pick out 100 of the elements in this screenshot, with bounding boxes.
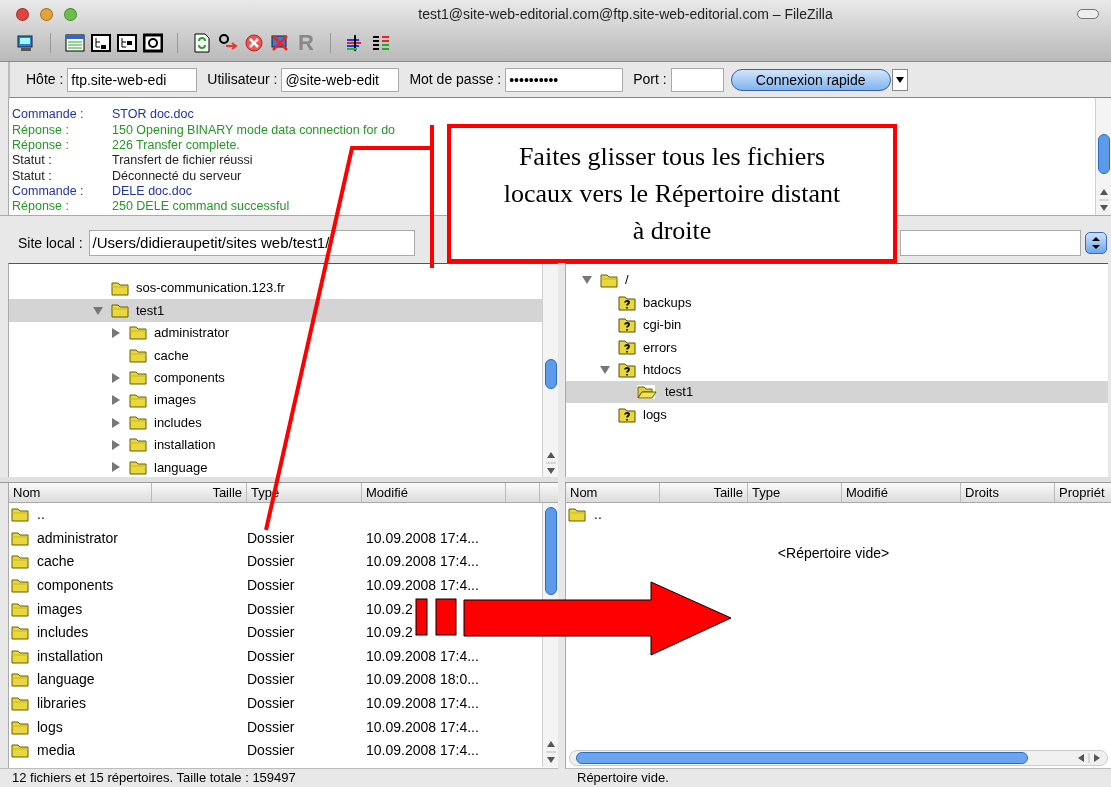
minimize-button[interactable] xyxy=(40,7,53,21)
folder-icon xyxy=(11,743,29,759)
input-field[interactable]: ftp.site-web-edi xyxy=(67,67,198,92)
folder-icon xyxy=(11,672,29,688)
scroll-arrows-icon xyxy=(546,739,556,765)
status-text: 12 fichiers et 15 répertoires. Taille totale : 159497 xyxy=(0,768,558,787)
tree-item[interactable]: language xyxy=(9,456,542,477)
tree-item[interactable]: test1 xyxy=(9,299,542,322)
file-type: Dossier xyxy=(247,623,296,643)
column-header[interactable]: Propriét xyxy=(1055,483,1111,502)
scrollbar-thumb[interactable] xyxy=(576,752,1028,764)
folder-icon xyxy=(11,578,29,594)
file-name[interactable]: logs xyxy=(37,716,63,738)
file-name[interactable]: cache xyxy=(37,551,75,573)
file-name[interactable]: media xyxy=(37,740,76,762)
log-window-icon[interactable] xyxy=(65,33,85,53)
expanded-triangle-icon[interactable] xyxy=(93,305,103,316)
column-header[interactable]: Type xyxy=(748,483,842,502)
column-header[interactable]: Taille xyxy=(660,483,748,502)
collapsed-triangle-icon[interactable] xyxy=(111,327,121,338)
refresh-icon[interactable] xyxy=(192,33,212,53)
process-queue-icon[interactable] xyxy=(218,33,238,53)
collapsed-triangle-icon[interactable] xyxy=(111,372,121,383)
input-field[interactable]: @site-web-edit xyxy=(281,67,400,92)
folder-icon xyxy=(11,530,29,546)
column-header[interactable]: Modifié xyxy=(842,483,961,502)
file-name[interactable]: administrator xyxy=(37,527,118,549)
vertical-scrollbar[interactable] xyxy=(1095,98,1111,215)
file-name[interactable]: includes xyxy=(37,622,89,644)
disconnect-icon[interactable] xyxy=(270,33,290,53)
file-name[interactable]: components xyxy=(37,575,114,597)
tree-item[interactable]: errors xyxy=(566,336,1108,359)
close-button[interactable] xyxy=(16,7,29,21)
input-field[interactable] xyxy=(670,67,724,92)
stepper-arrows-icon xyxy=(1092,237,1100,249)
status-text: Répertoire vide. xyxy=(565,768,1111,787)
file-modified: 10.09.2008 18:0... xyxy=(365,670,479,690)
password-field[interactable]: •••••••••• xyxy=(505,67,624,92)
file-name[interactable]: .. xyxy=(37,504,45,526)
cancel-icon[interactable] xyxy=(244,33,264,53)
expanded-triangle-icon[interactable] xyxy=(600,364,610,375)
tree-item[interactable]: administrator xyxy=(9,321,542,345)
field-label: Utilisateur : xyxy=(207,70,278,89)
file-type: Dossier xyxy=(247,646,296,666)
tree-item[interactable]: / xyxy=(566,269,1108,292)
collapsed-triangle-icon[interactable] xyxy=(111,395,121,406)
column-header[interactable]: Modifié xyxy=(362,483,506,502)
collapsed-triangle-icon[interactable] xyxy=(111,462,121,473)
file-type: Dossier xyxy=(247,694,296,714)
scrollbar-thumb[interactable] xyxy=(545,507,557,595)
scroll-arrows-icon xyxy=(546,450,556,476)
tree-item[interactable]: components xyxy=(9,366,542,389)
quickconnect-button[interactable]: Connexion rapide xyxy=(730,68,891,91)
tree-item[interactable]: images xyxy=(9,388,542,412)
expanded-triangle-icon[interactable] xyxy=(582,275,592,286)
tree-icon[interactable] xyxy=(91,33,111,53)
file-modified: 10.09.2 xyxy=(365,599,413,619)
column-header[interactable]: Nom xyxy=(9,483,152,502)
scrollbar-thumb[interactable] xyxy=(545,359,557,389)
log-message: STOR doc.doc xyxy=(112,108,194,121)
tree-item[interactable]: cache xyxy=(9,344,542,367)
zoom-button[interactable] xyxy=(64,7,77,21)
tree-item[interactable]: test1 xyxy=(566,380,1108,404)
field-label: Mot de passe : xyxy=(409,70,502,89)
tree-item[interactable]: cgi-bin xyxy=(566,313,1108,337)
caret-icon xyxy=(895,76,904,83)
file-name[interactable]: images xyxy=(37,598,83,620)
path-field[interactable] xyxy=(900,230,1081,256)
file-name[interactable]: libraries xyxy=(37,693,86,715)
tree-item[interactable]: logs xyxy=(566,403,1108,426)
horizontal-scrollbar[interactable] xyxy=(569,750,1108,766)
log-label: Réponse : xyxy=(12,123,70,137)
tree-item[interactable]: installation xyxy=(9,433,542,457)
file-type: Dossier xyxy=(247,741,296,761)
log-label: Réponse : xyxy=(12,139,70,152)
folder-icon xyxy=(11,554,29,570)
tree-icon[interactable] xyxy=(117,33,137,53)
file-name[interactable]: installation xyxy=(37,645,104,667)
column-header[interactable]: Nom xyxy=(566,483,660,502)
tree-item[interactable]: includes xyxy=(9,411,542,434)
tree-item[interactable]: backups xyxy=(566,291,1108,314)
toolbar-toggle-button[interactable] xyxy=(1077,9,1099,19)
path-stepper-button[interactable] xyxy=(1085,232,1107,254)
file-name[interactable]: .. xyxy=(594,504,602,526)
site-manager-icon[interactable] xyxy=(16,33,36,53)
tree-item[interactable]: htdocs xyxy=(566,358,1108,381)
scrollbar-thumb[interactable] xyxy=(1098,134,1110,174)
sync-browse-icon[interactable] xyxy=(371,33,391,53)
file-modified: 10.09.2008 17:4... xyxy=(365,741,479,761)
column-header[interactable]: Taille xyxy=(152,483,247,502)
log-label: Réponse : xyxy=(12,200,70,213)
vertical-scrollbar[interactable] xyxy=(542,264,558,477)
collapsed-triangle-icon[interactable] xyxy=(111,439,121,450)
file-name[interactable]: language xyxy=(37,669,95,691)
column-header[interactable]: Droits xyxy=(961,483,1055,502)
log-message: 150 Opening BINARY mode data connection for do xyxy=(112,123,396,137)
file-type: Dossier xyxy=(247,528,296,548)
collapsed-triangle-icon[interactable] xyxy=(111,417,121,428)
dropdown-button[interactable] xyxy=(891,68,908,91)
tree-item[interactable]: sos-communication.123.fr xyxy=(9,277,542,300)
